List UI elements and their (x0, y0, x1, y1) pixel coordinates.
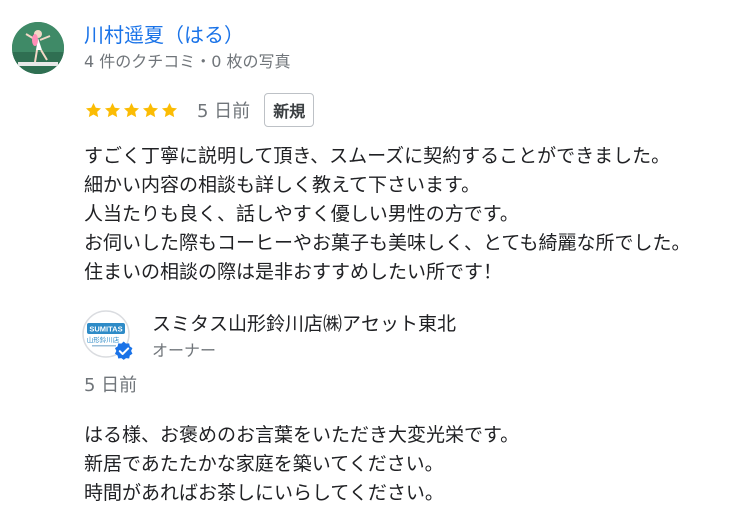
reviewer-avatar[interactable] (12, 22, 64, 74)
review-text: すごく丁寧に説明して頂き、スムーズに契約することができました。 細かい内容の相談も… (84, 142, 744, 287)
rating-row: 5 日前 新規 (84, 93, 315, 127)
review-text-line: すごく丁寧に説明して頂き、スムーズに契約することができました。 (84, 145, 671, 167)
reply-text-line: はる様、お褒めのお言葉をいただき大変光栄です。 (84, 424, 520, 446)
owner-name: スミタス山形鈴川店㈱アセット東北 (152, 313, 457, 335)
star-icon (104, 102, 121, 117)
review-date: 5 日前 (197, 101, 251, 122)
reply-date: 5 日前 (84, 375, 138, 396)
reviewer-stats: 4 件のクチコミ・0 枚の写真 (84, 52, 291, 71)
star-icon (161, 102, 178, 117)
review-text-line: 細かい内容の相談も詳しく教えて下さいます。 (84, 174, 481, 196)
review-card: 川村遥夏（はる） 4 件のクチコミ・0 枚の写真 5 日前 新規 すごく丁寧に説… (0, 0, 748, 523)
review-text-line: 住まいの相談の際は是非おすすめしたい所です！ (84, 261, 503, 283)
star-rating (84, 101, 179, 120)
owner-reply-text: はる様、お褒めのお言葉をいただき大変光栄です。 新居であたたかな家庭を築いてくださ… (84, 421, 744, 508)
star-icon (123, 102, 140, 117)
owner-role: オーナー (152, 341, 217, 360)
review-text-line: お伺いした際もコーヒーやお菓子も美味しく、とても綺麗な所でした。 (84, 232, 691, 254)
owner-logo: SUMITAS 山形鈴川店 (82, 310, 134, 362)
review-text-line: 人当たりも良く、話しやすく優しい男性の方です。 (84, 203, 519, 225)
reply-text-line: 新居であたたかな家庭を築いてください。 (84, 453, 444, 475)
reviewer-avatar-image (12, 22, 64, 74)
star-icon (85, 102, 102, 117)
verified-check-icon (114, 341, 133, 360)
reviewer-name-link[interactable]: 川村遥夏（はる） (84, 22, 244, 48)
logo-text: SUMITAS (89, 325, 122, 334)
new-badge: 新規 (264, 93, 315, 127)
star-icon (142, 102, 159, 117)
reply-text-line: 時間があればお茶しにいらしてください。 (84, 482, 444, 504)
